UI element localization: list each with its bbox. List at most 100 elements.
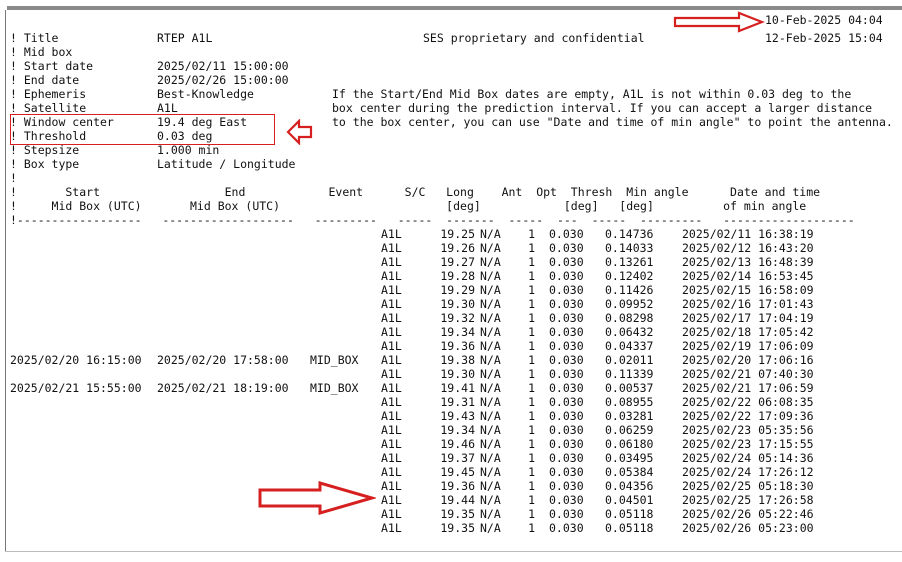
cell-end-midbox (157, 395, 297, 409)
cell-min-angle: 0.06432 (605, 325, 654, 339)
cell-min-angle: 0.05384 (605, 465, 654, 479)
table-row: A1L 19.36 N/A 1 0.030 0.04337 2025/02/19 17:06… (10, 339, 900, 353)
report-date-2: 12-Feb-2025 15:04 (765, 31, 883, 45)
cell-long: 19.35 (440, 507, 475, 521)
cell-opt: 1 (528, 507, 535, 521)
cell-ant: N/A (480, 311, 501, 325)
cell-ant: N/A (480, 493, 501, 507)
cell-long: 19.31 (440, 395, 475, 409)
cell-event (310, 451, 370, 465)
cell-date-time-min-angle: 2025/02/24 05:14:36 (682, 451, 814, 465)
cell-opt: 1 (528, 269, 535, 283)
cell-ant: N/A (480, 227, 501, 241)
cell-event (310, 423, 370, 437)
cell-event (310, 465, 370, 479)
cell-date-time-min-angle: 2025/02/12 16:43:20 (682, 241, 814, 255)
stepsize-value: 1.000 min (157, 143, 220, 157)
cell-ant: N/A (480, 409, 501, 423)
box-type-value: Latitude / Longitude (157, 157, 296, 171)
cell-start-midbox (10, 521, 150, 535)
cell-end-midbox (157, 255, 297, 269)
cell-event (310, 283, 370, 297)
cell-start-midbox (10, 465, 150, 479)
cell-event (310, 395, 370, 409)
cell-event (310, 437, 370, 451)
cell-date-time-min-angle: 2025/02/16 17:01:43 (682, 297, 814, 311)
cell-ant: N/A (480, 423, 501, 437)
end-date-label: ! End date (10, 73, 80, 87)
cell-start-midbox (10, 325, 150, 339)
cell-opt: 1 (528, 493, 535, 507)
cell-ant: N/A (480, 465, 501, 479)
cell-min-angle: 0.04337 (605, 339, 654, 353)
cell-min-angle: 0.12402 (605, 269, 654, 283)
cell-start-midbox (10, 409, 150, 423)
cell-date-time-min-angle: 2025/02/24 17:26:12 (682, 465, 814, 479)
cell-min-angle: 0.14033 (605, 241, 654, 255)
cell-opt: 1 (528, 423, 535, 437)
table-row: A1L 19.45 N/A 1 0.030 0.05384 2025/02/24 17:26… (10, 465, 900, 479)
cell-end-midbox (157, 465, 297, 479)
cell-ant: N/A (480, 507, 501, 521)
table-row: A1L 19.35 N/A 1 0.030 0.05118 2025/02/26 05:22… (10, 507, 900, 521)
note-line-2: box center during the prediction interva… (332, 101, 873, 115)
cell-long: 19.44 (440, 493, 475, 507)
cell-min-angle: 0.14736 (605, 227, 654, 241)
start-date-value: 2025/02/11 15:00:00 (157, 59, 289, 73)
cell-thresh: 0.030 (549, 465, 584, 479)
cell-end-midbox (157, 367, 297, 381)
cell-start-midbox (10, 269, 150, 283)
cell-sc: A1L (381, 451, 402, 465)
start-date-label: ! Start date (10, 59, 94, 73)
cell-date-time-min-angle: 2025/02/23 05:35:56 (682, 423, 814, 437)
table-row: A1L 19.28 N/A 1 0.030 0.12402 2025/02/14 16:53… (10, 269, 900, 283)
cell-long: 19.27 (440, 255, 475, 269)
ephemeris-label: ! Ephemeris (10, 87, 87, 101)
right-arrow-icon (258, 481, 376, 515)
cell-date-time-min-angle: 2025/02/25 05:18:30 (682, 479, 814, 493)
cell-start-midbox (10, 423, 150, 437)
cell-min-angle: 0.05118 (605, 521, 654, 535)
table-row: 2025/02/21 15:55:00 2025/02/21 18:19:00 MI… (10, 381, 900, 395)
cell-long: 19.32 (440, 311, 475, 325)
cell-thresh: 0.030 (549, 255, 584, 269)
cell-sc: A1L (381, 423, 402, 437)
cell-end-midbox (157, 325, 297, 339)
cell-event (310, 311, 370, 325)
cell-event: MID_BOX (310, 381, 359, 395)
cell-end-midbox (157, 423, 297, 437)
cell-sc: A1L (381, 353, 402, 367)
cell-min-angle: 0.04356 (605, 479, 654, 493)
cell-opt: 1 (528, 283, 535, 297)
cell-date-time-min-angle: 2025/02/22 06:08:35 (682, 395, 814, 409)
cell-start-midbox (10, 283, 150, 297)
cell-min-angle: 0.02011 (605, 353, 654, 367)
cell-ant: N/A (480, 283, 501, 297)
cell-start-midbox (10, 507, 150, 521)
confidential-notice: SES proprietary and confidential (423, 31, 645, 45)
cell-end-midbox (157, 241, 297, 255)
cell-end-midbox (157, 269, 297, 283)
cell-end-midbox (157, 437, 297, 451)
cell-event (310, 325, 370, 339)
cell-min-angle: 0.00537 (605, 381, 654, 395)
column-header-line-1: ! Start End Event S/C Long Ant Opt Thres… (10, 185, 821, 199)
cell-sc: A1L (381, 409, 402, 423)
cell-thresh: 0.030 (549, 241, 584, 255)
cell-date-time-min-angle: 2025/02/18 17:05:42 (682, 325, 814, 339)
cell-thresh: 0.030 (549, 311, 584, 325)
cell-ant: N/A (480, 269, 501, 283)
cell-ant: N/A (480, 521, 501, 535)
cell-opt: 1 (528, 255, 535, 269)
note-line-1: If the Start/End Mid Box dates are empty… (332, 87, 852, 101)
cell-thresh: 0.030 (549, 521, 584, 535)
cell-end-midbox (157, 521, 297, 535)
column-header-line-2: ! Mid Box (UTC) Mid Box (UTC) [deg] [deg… (10, 199, 807, 213)
cell-sc: A1L (381, 325, 402, 339)
cell-date-time-min-angle: 2025/02/21 17:06:59 (682, 381, 814, 395)
cell-opt: 1 (528, 241, 535, 255)
cell-date-time-min-angle: 2025/02/17 17:04:19 (682, 311, 814, 325)
cell-thresh: 0.030 (549, 381, 584, 395)
cell-min-angle: 0.13261 (605, 255, 654, 269)
window-bottom-border (5, 551, 902, 552)
